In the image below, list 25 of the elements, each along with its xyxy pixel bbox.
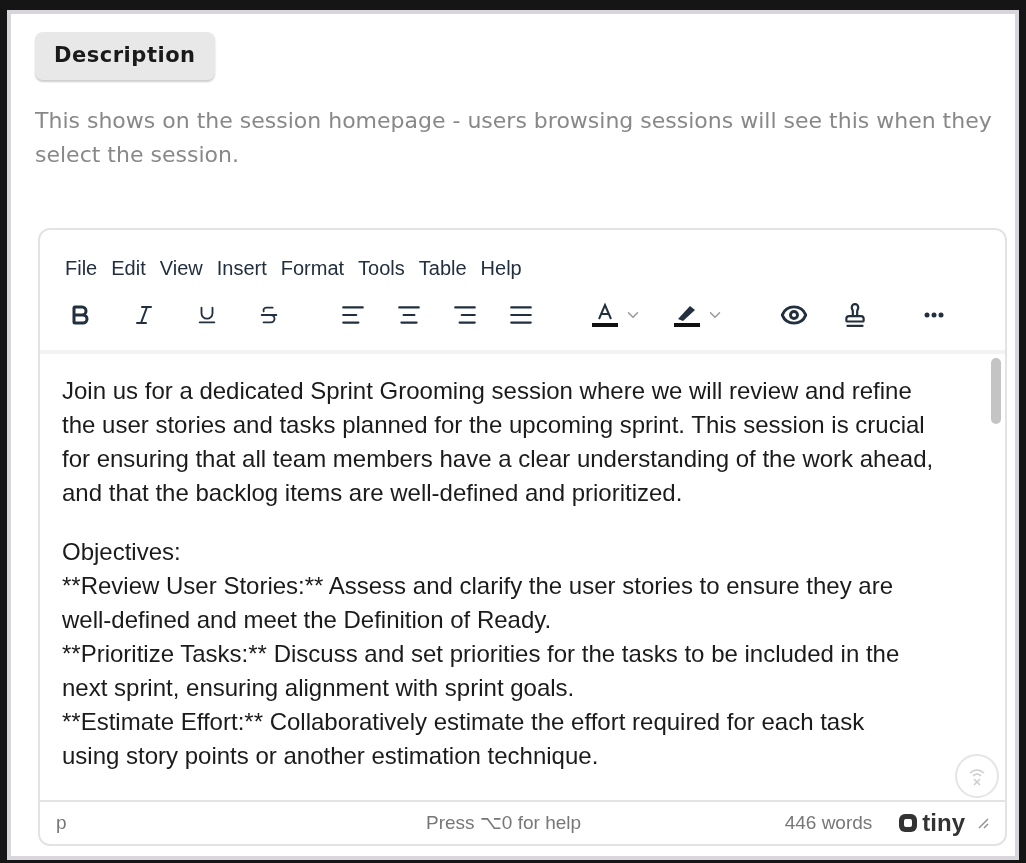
- strikethrough-icon: [258, 304, 280, 326]
- menu-item[interactable]: Table: [413, 251, 472, 285]
- paragraph: Objectives: **Review User Stories:** Assess and clarify the user stories to ensure they are well-defined and meet the Definition of Ready. **Prioritize Tasks:** Discuss and set priorities for the tasks to be included in the next sprint, ensuring alignment with sprint goals. **Estimate Effort:** Collaboratively estimate the effort required for each task using story points or another estimation technique.: [62, 537, 900, 771]
- menu-item[interactable]: View: [154, 251, 208, 285]
- more-icon: [924, 312, 944, 318]
- stamp-icon: [842, 302, 868, 328]
- resize-handle-icon: [977, 817, 989, 829]
- underline-icon: [196, 304, 218, 326]
- scrollbar[interactable]: [991, 358, 1001, 424]
- help-hint: Press ⌥0 for help: [426, 810, 582, 835]
- description-tab[interactable]: Description: [35, 32, 215, 80]
- menu-item[interactable]: File: [60, 251, 103, 285]
- paragraph: Join us for a dedicated Sprint Grooming session where we will review and refine the user stories and tasks planned for the upcoming sprint. This session is crucial for ensuring that all team members have a clear understanding of the work ahead, and that the backlog items are well-defined and prioritized.: [62, 376, 934, 508]
- menu-item[interactable]: Insert: [211, 251, 272, 285]
- menu-item[interactable]: Edit: [106, 251, 151, 285]
- menu-item[interactable]: Format: [275, 251, 350, 285]
- menu-item[interactable]: Help: [475, 251, 527, 285]
- tiny-logo[interactable]: tiny: [898, 805, 965, 841]
- text-color-icon: [590, 302, 620, 328]
- logo-icon: [898, 813, 919, 833]
- element-path[interactable]: p: [56, 808, 426, 838]
- help-text: This shows on the session homepage - users browsing sessions will see this when they select the session.: [35, 107, 993, 169]
- wifi-icon: [967, 766, 987, 786]
- word-count[interactable]: 446 words: [784, 808, 873, 838]
- menu-item[interactable]: Tools: [353, 251, 410, 285]
